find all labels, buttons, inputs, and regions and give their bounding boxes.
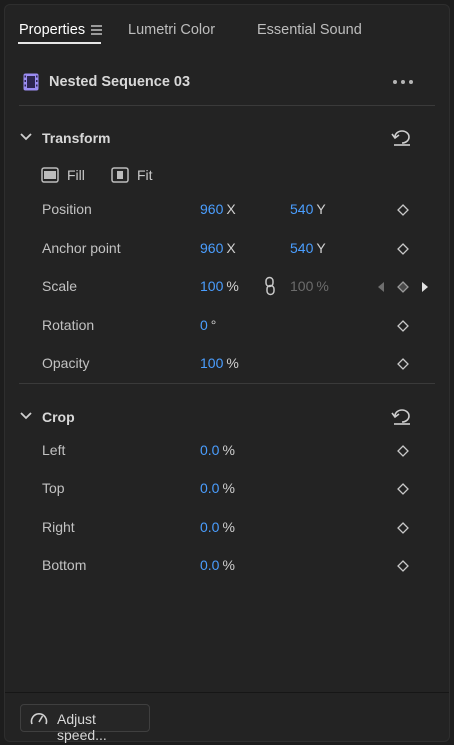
crop-top-value[interactable]: 0.0: [200, 480, 219, 496]
scale-row: Scale 100% 100%: [5, 276, 449, 298]
divider: [19, 105, 435, 106]
property-label: Scale: [42, 278, 78, 294]
property-label: Left: [42, 442, 66, 458]
divider: [19, 383, 435, 384]
unit-label: %: [226, 355, 239, 371]
property-label: Bottom: [42, 557, 87, 573]
crop-left-value[interactable]: 0.0: [200, 442, 219, 458]
keyframe-icon[interactable]: [397, 560, 409, 572]
rotation-value[interactable]: 0: [200, 317, 208, 333]
keyframe-icon[interactable]: [397, 204, 409, 216]
footer-divider: [5, 692, 449, 693]
position-y-value[interactable]: 540: [290, 201, 313, 217]
crop-bottom-value[interactable]: 0.0: [200, 557, 219, 573]
fill-button[interactable]: Fill: [41, 165, 85, 185]
unit-label: Y: [316, 240, 326, 256]
property-label: Rotation: [42, 317, 95, 333]
unit-label: %: [226, 278, 239, 294]
keyframe-icon[interactable]: [397, 281, 409, 293]
section-title: Crop: [42, 409, 75, 425]
link-icon[interactable]: [263, 276, 277, 296]
fill-label: Fill: [67, 167, 85, 183]
crop-right-value[interactable]: 0.0: [200, 519, 219, 535]
chevron-down-icon[interactable]: [19, 409, 33, 423]
previous-keyframe-icon[interactable]: [377, 281, 385, 293]
property-label: Opacity: [42, 355, 90, 371]
unit-label: °: [210, 317, 217, 333]
unit-label: Y: [316, 201, 326, 217]
reset-icon[interactable]: [391, 407, 413, 425]
unit-label: %: [316, 278, 329, 294]
clip-header: Nested Sequence 03: [5, 65, 449, 101]
keyframe-icon[interactable]: [397, 483, 409, 495]
crop-right-row: Right 0.0%: [5, 517, 449, 539]
fill-icon: [41, 167, 59, 183]
property-label: Position: [42, 201, 92, 217]
more-options-icon[interactable]: [393, 74, 415, 90]
tab-lumetri-color[interactable]: Lumetri Color: [128, 22, 215, 38]
keyframe-icon[interactable]: [397, 522, 409, 534]
unit-label: %: [222, 442, 235, 458]
unit-label: X: [226, 240, 236, 256]
scale-value[interactable]: 100: [200, 278, 223, 294]
property-label: Top: [42, 480, 65, 496]
properties-panel: Properties Lumetri Color Essential Sound…: [4, 4, 450, 743]
property-label: Right: [42, 519, 75, 535]
panel-menu-icon[interactable]: [91, 25, 102, 35]
crop-left-row: Left 0.0%: [5, 440, 449, 462]
clip-title: Nested Sequence 03: [49, 74, 191, 90]
crop-section-header[interactable]: Crop: [5, 403, 449, 433]
chevron-down-icon[interactable]: [19, 130, 33, 144]
adjust-speed-button[interactable]: Adjust speed...: [20, 704, 150, 743]
unit-label: %: [222, 519, 235, 535]
scale-linked-value: 100: [290, 278, 314, 294]
reset-icon[interactable]: [391, 128, 413, 146]
crop-bottom-row: Bottom 0.0%: [5, 555, 449, 577]
property-label: Anchor point: [42, 240, 121, 256]
anchor-y-value[interactable]: 540: [290, 240, 313, 256]
rotation-row: Rotation 0 °: [5, 315, 449, 337]
tab-properties[interactable]: Properties: [19, 22, 85, 38]
position-row: Position 960 X 540 Y: [5, 199, 449, 221]
keyframe-icon[interactable]: [397, 445, 409, 457]
transform-section-header[interactable]: Transform: [5, 124, 449, 154]
fit-button[interactable]: Fit: [111, 165, 153, 185]
position-x-value[interactable]: 960: [200, 201, 223, 217]
tab-bar: Properties Lumetri Color Essential Sound: [5, 5, 449, 55]
keyframe-icon[interactable]: [397, 358, 409, 370]
unit-label: %: [222, 480, 235, 496]
opacity-row: Opacity 100%: [5, 353, 449, 375]
anchor-point-row: Anchor point 960 X 540 Y: [5, 238, 449, 260]
section-title: Transform: [42, 130, 111, 146]
next-keyframe-icon[interactable]: [421, 281, 429, 293]
adjust-speed-label: Adjust speed...: [57, 711, 107, 743]
unit-label: X: [226, 201, 236, 217]
speedometer-icon: [30, 713, 48, 725]
opacity-value[interactable]: 100: [200, 355, 223, 371]
keyframe-icon[interactable]: [397, 243, 409, 255]
tab-essential-sound[interactable]: Essential Sound: [257, 22, 362, 38]
anchor-x-value[interactable]: 960: [200, 240, 223, 256]
fit-icon: [111, 167, 129, 183]
fit-label: Fit: [137, 167, 153, 183]
unit-label: %: [222, 557, 235, 573]
keyframe-icon[interactable]: [397, 320, 409, 332]
active-tab-indicator: [18, 42, 101, 44]
film-icon: [23, 73, 39, 91]
crop-top-row: Top 0.0%: [5, 478, 449, 500]
